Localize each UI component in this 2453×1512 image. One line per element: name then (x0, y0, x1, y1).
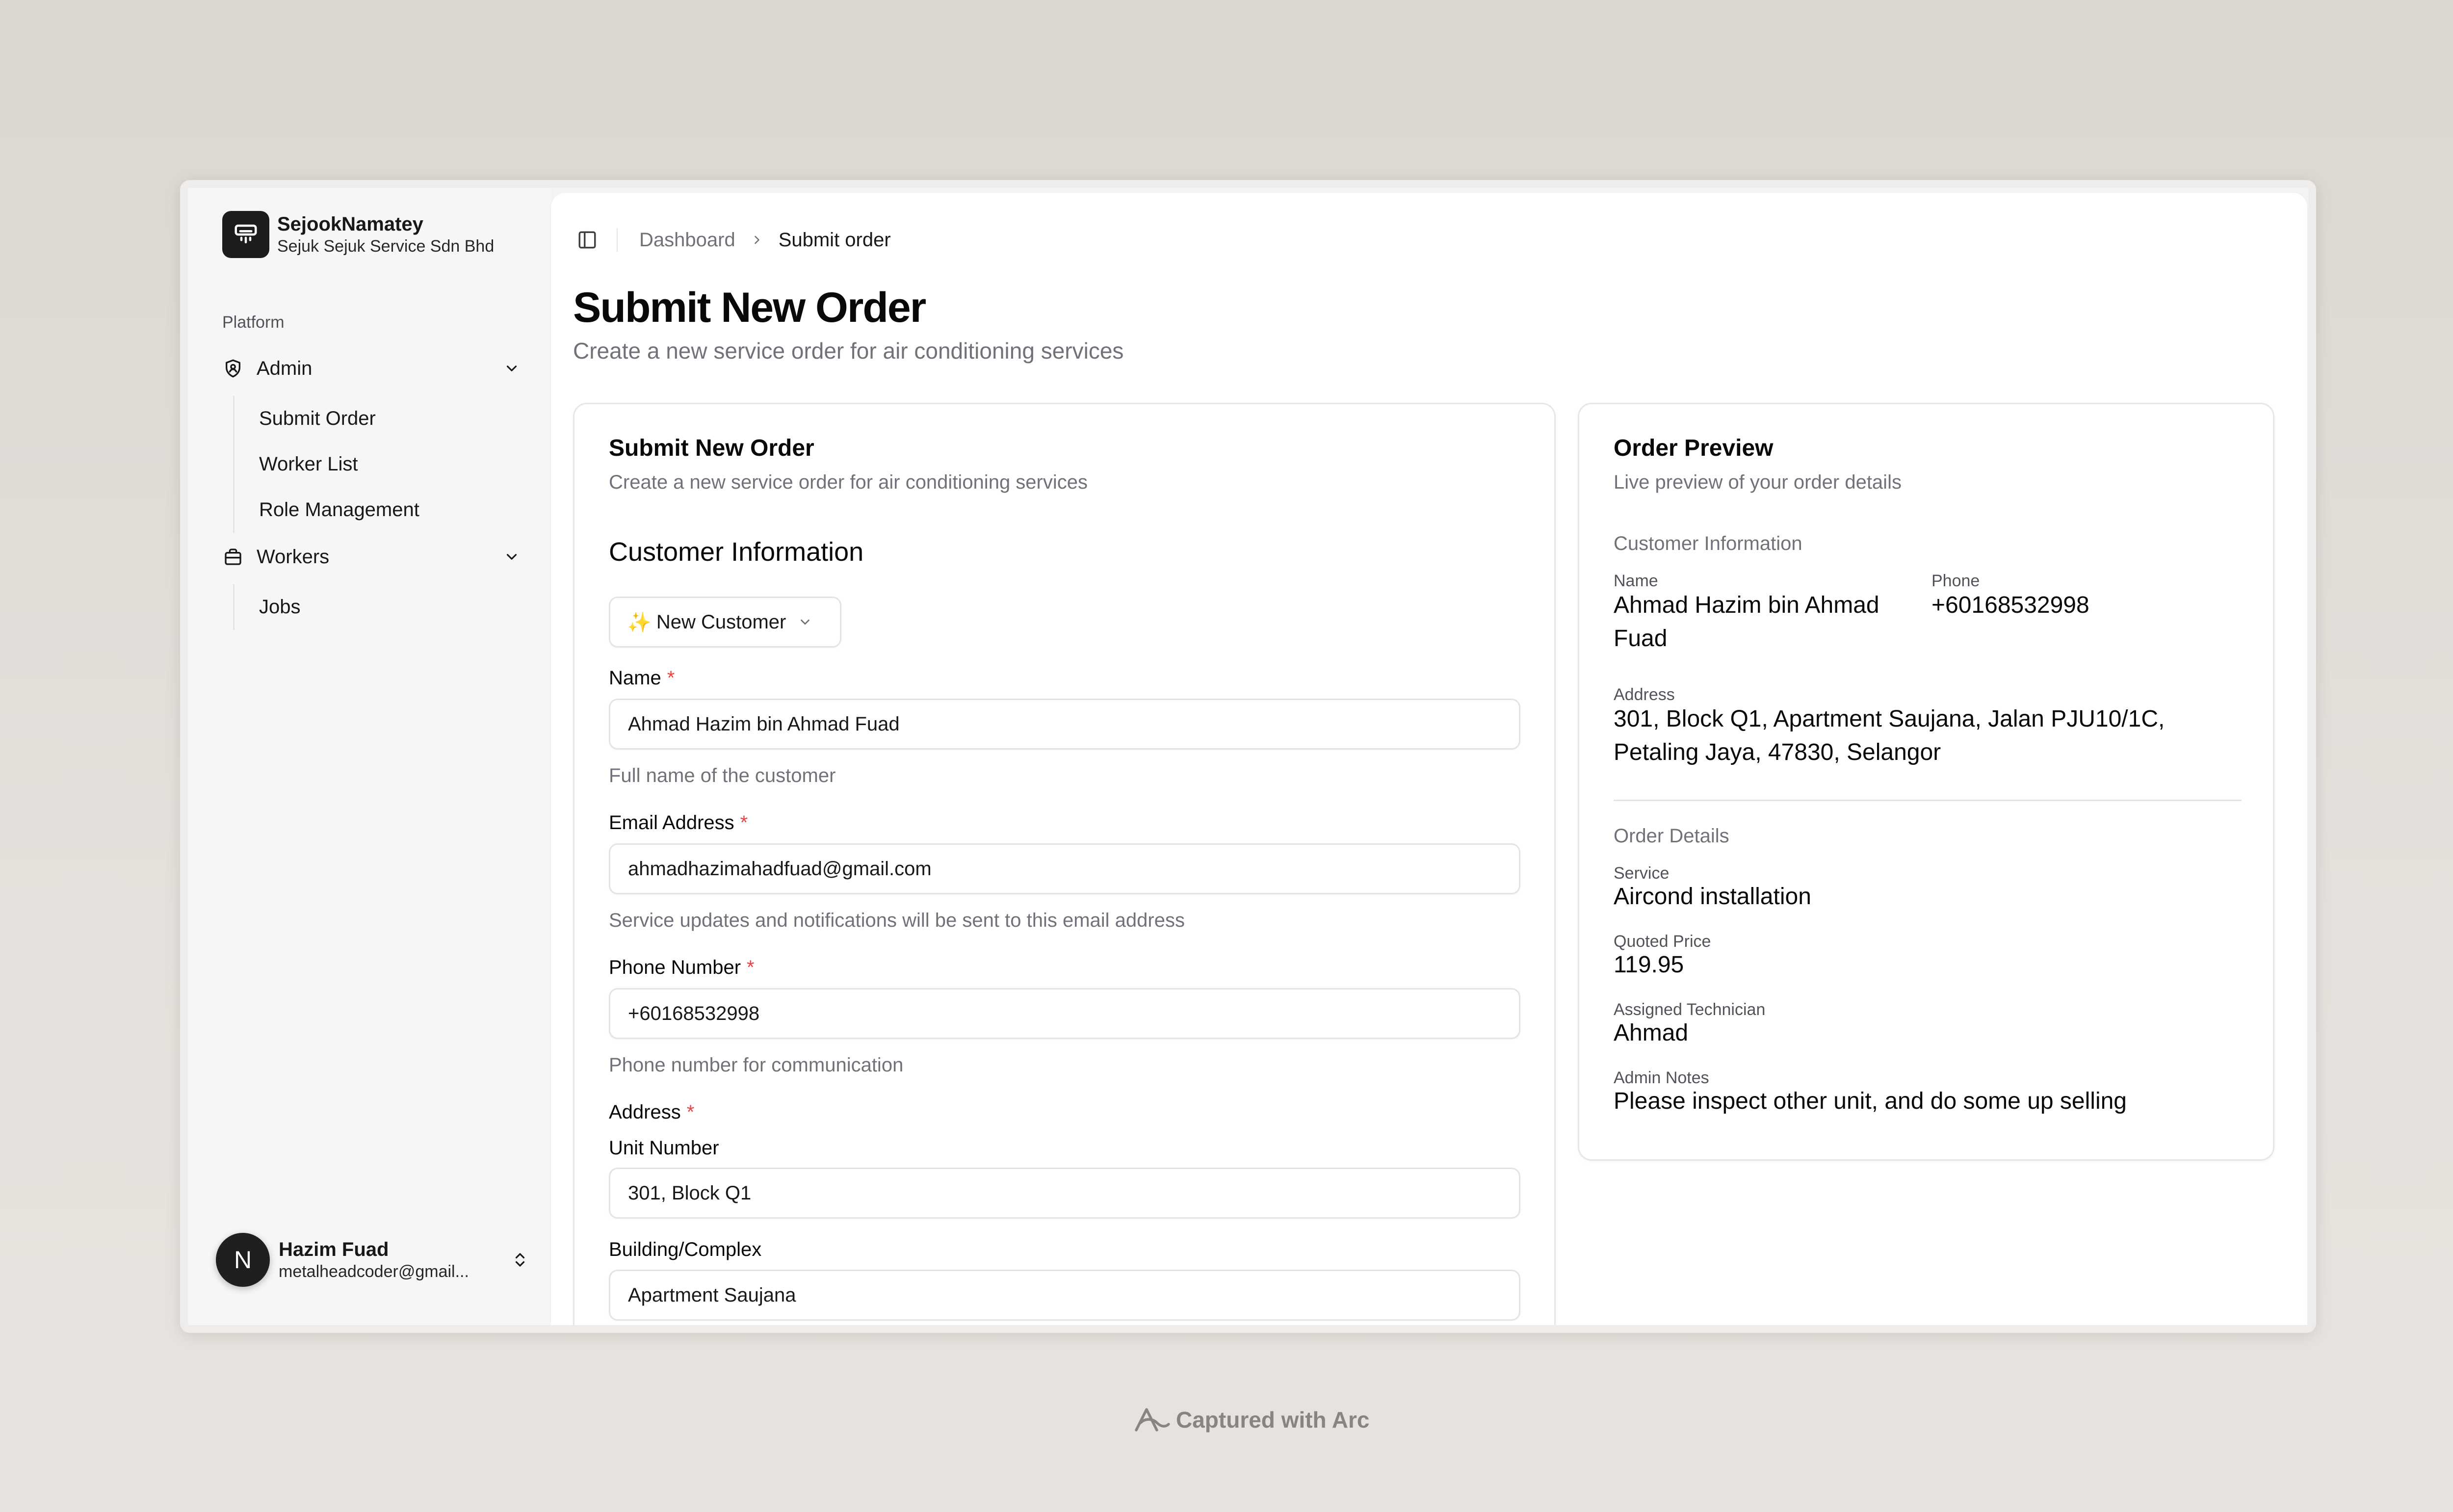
preview-phone-value: +60168532998 (1931, 592, 2089, 618)
chevrons-up-down-icon (510, 1249, 530, 1271)
sidebar-item-worker-list[interactable]: Worker List (259, 442, 419, 487)
sidebar: SejookNamatey Sejuk Sejuk Service Sdn Bh… (188, 188, 551, 1325)
sidebar-item-workers[interactable]: Workers (222, 540, 522, 574)
required-mark: * (686, 1101, 695, 1123)
header-divider (617, 228, 618, 252)
phone-input[interactable]: +60168532998 (609, 988, 1520, 1039)
card-description: Create a new service order for air condi… (609, 471, 1088, 493)
customer-type-select[interactable]: ✨ New Customer (609, 597, 841, 648)
phone-help: Phone number for communication (609, 1054, 904, 1076)
app-name: SejookNamatey (277, 213, 423, 235)
preview-order-section: Order Details (1614, 825, 1729, 847)
order-preview-card: Order Preview Live preview of your order… (1578, 403, 2274, 1161)
email-help: Service updates and notifications will b… (609, 910, 1185, 931)
sidebar-item-admin[interactable]: Admin (222, 351, 522, 386)
user-email: metalheadcoder@gmail... (279, 1262, 469, 1281)
preview-divider (1614, 800, 2242, 801)
sidebar-item-role-management[interactable]: Role Management (259, 487, 419, 533)
breadcrumb-current: Submit order (778, 229, 891, 251)
main-content: Dashboard Submit order Submit New Order … (551, 193, 2307, 1325)
brand-logo-icon (222, 211, 269, 258)
building-label: Building/Complex (609, 1239, 762, 1260)
preview-address-label: Address (1614, 685, 1675, 704)
phone-label: Phone Number * (609, 957, 755, 978)
preview-technician-value: Ahmad (1614, 1020, 1689, 1046)
chevron-right-icon (750, 233, 764, 247)
name-input[interactable]: Ahmad Hazim bin Ahmad Fuad (609, 699, 1520, 750)
sparkles-icon: ✨ (627, 611, 652, 633)
user-menu[interactable]: N Hazim Fuad metalheadcoder@gmail... (216, 1233, 530, 1287)
user-name: Hazim Fuad (279, 1239, 389, 1260)
breadcrumb-dashboard[interactable]: Dashboard (639, 229, 735, 251)
customer-type-value: New Customer (656, 611, 786, 633)
name-help: Full name of the customer (609, 765, 836, 786)
chevron-down-icon (502, 547, 522, 567)
header: Dashboard Submit order (575, 225, 891, 255)
sidebar-toggle-icon[interactable] (575, 228, 599, 252)
browser-window: SejookNamatey Sejuk Sejuk Service Sdn Bh… (180, 180, 2316, 1333)
avatar: N (216, 1233, 270, 1287)
admin-subnav: Submit Order Worker List Role Management (233, 396, 419, 533)
preview-price-value: 119.95 (1614, 952, 1684, 978)
preview-notes-value: Please inspect other unit, and do some u… (1614, 1088, 2127, 1114)
preview-name-value: Ahmad Hazim bin Ahmad Fuad (1614, 592, 1879, 652)
page-subtitle: Create a new service order for air condi… (573, 338, 1124, 364)
sidebar-item-jobs[interactable]: Jobs (259, 584, 301, 630)
company-name: Sejuk Sejuk Service Sdn Bhd (277, 237, 495, 256)
email-label: Email Address * (609, 812, 748, 834)
preview-customer-section: Customer Information (1614, 533, 1802, 554)
briefcase-icon (222, 546, 244, 568)
required-mark: * (740, 812, 748, 834)
unit-number-input[interactable]: 301, Block Q1 (609, 1168, 1520, 1219)
order-form-card: Submit New Order Create a new service or… (573, 403, 1556, 1325)
arc-caption: Captured with Arc (1132, 1402, 1369, 1437)
building-input[interactable]: Apartment Saujana (609, 1270, 1520, 1321)
unit-number-label: Unit Number (609, 1137, 719, 1159)
sidebar-item-label: Workers (257, 546, 330, 568)
sidebar-item-submit-order[interactable]: Submit Order (259, 396, 419, 442)
email-input[interactable]: ahmadhazimahadfuad@gmail.com (609, 843, 1520, 894)
preview-service-value: Aircond installation (1614, 884, 1811, 910)
preview-address-value: 301, Block Q1, Apartment Saujana, Jalan … (1614, 706, 2165, 765)
arc-logo-icon (1132, 1405, 1170, 1434)
chevron-down-icon (798, 615, 812, 629)
section-title: Customer Information (609, 537, 864, 567)
workers-subnav: Jobs (233, 584, 301, 630)
chevron-down-icon (502, 359, 522, 378)
name-label: Name * (609, 667, 675, 689)
required-mark: * (667, 667, 675, 689)
team-switcher[interactable]: SejookNamatey Sejuk Sejuk Service Sdn Bh… (222, 211, 494, 258)
card-title: Submit New Order (609, 435, 814, 461)
preview-name-label: Name (1614, 572, 1658, 590)
preview-phone-label: Phone (1931, 572, 1980, 590)
card-description: Live preview of your order details (1614, 471, 1902, 493)
sidebar-item-label: Admin (257, 357, 313, 379)
card-title: Order Preview (1614, 435, 1774, 461)
nav-group-label: Platform (222, 313, 285, 332)
page-title: Submit New Order (573, 284, 926, 331)
arc-caption-text: Captured with Arc (1176, 1407, 1370, 1433)
shield-icon (222, 358, 244, 379)
address-label: Address * (609, 1101, 695, 1123)
required-mark: * (747, 957, 755, 978)
